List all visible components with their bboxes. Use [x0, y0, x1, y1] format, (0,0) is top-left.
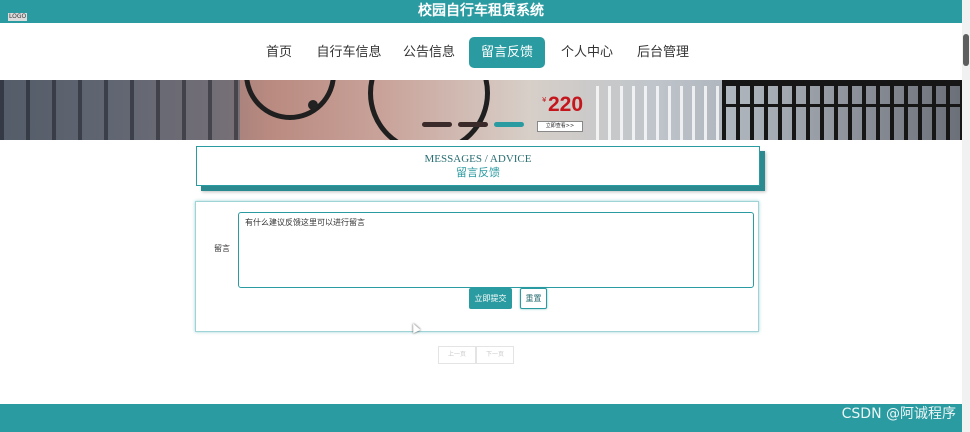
bike-hub-image	[308, 100, 318, 110]
nav-item-feedback[interactable]: 留言反馈	[469, 37, 545, 68]
reset-button[interactable]: 重置	[520, 288, 547, 309]
section-heading: MESSAGES / ADVICE 留言反馈	[196, 146, 760, 186]
banner-price: 220	[548, 93, 584, 116]
message-textarea[interactable]	[238, 212, 754, 288]
logo: LOGO	[8, 13, 28, 21]
carousel-indicators	[422, 122, 530, 128]
banner-window-frame	[0, 80, 240, 140]
main-nav: 首页 自行车信息 公告信息 留言反馈 个人中心 后台管理	[0, 23, 962, 80]
nav-item-profile[interactable]: 个人中心	[556, 38, 618, 68]
prev-page-button[interactable]: 上一页	[438, 346, 476, 364]
nav-item-home[interactable]: 首页	[258, 38, 300, 68]
app-title: 校园自行车租赁系统	[418, 3, 544, 19]
railing-mid-bar	[722, 104, 962, 107]
nav-item-admin[interactable]: 后台管理	[632, 38, 694, 68]
section-title-en: MESSAGES / ADVICE	[424, 153, 532, 165]
feedback-form: 留言 立即提交 重置	[195, 201, 759, 332]
carousel-dot[interactable]	[458, 122, 488, 127]
scrollbar-thumb[interactable]	[963, 34, 969, 66]
carousel-dot[interactable]	[422, 122, 452, 127]
bike-wheel-image	[368, 80, 490, 140]
message-label: 留言	[214, 244, 230, 253]
price-currency: ¥	[542, 96, 547, 104]
balcony-rail-image	[596, 86, 726, 140]
footer-bar	[0, 404, 962, 432]
banner-view-button[interactable]: 立即查看>>	[537, 121, 583, 132]
submit-button[interactable]: 立即提交	[469, 288, 512, 309]
banner-carousel[interactable]: ¥ 220 立即查看>>	[0, 80, 962, 140]
carousel-dot-active[interactable]	[494, 122, 524, 127]
section-title-cn: 留言反馈	[456, 166, 500, 179]
nav-item-notices[interactable]: 公告信息	[398, 38, 460, 68]
next-page-button[interactable]: 下一页	[476, 346, 514, 364]
nav-item-bikes[interactable]: 自行车信息	[312, 38, 386, 68]
balcony-railing-image	[722, 80, 962, 140]
page-scrollbar[interactable]	[962, 0, 970, 432]
railing-top-bar	[722, 80, 962, 86]
header-bar: 校园自行车租赁系统 LOGO	[0, 0, 962, 23]
watermark: CSDN @阿诚程序	[841, 406, 956, 422]
bike-wheel-image	[244, 80, 336, 120]
